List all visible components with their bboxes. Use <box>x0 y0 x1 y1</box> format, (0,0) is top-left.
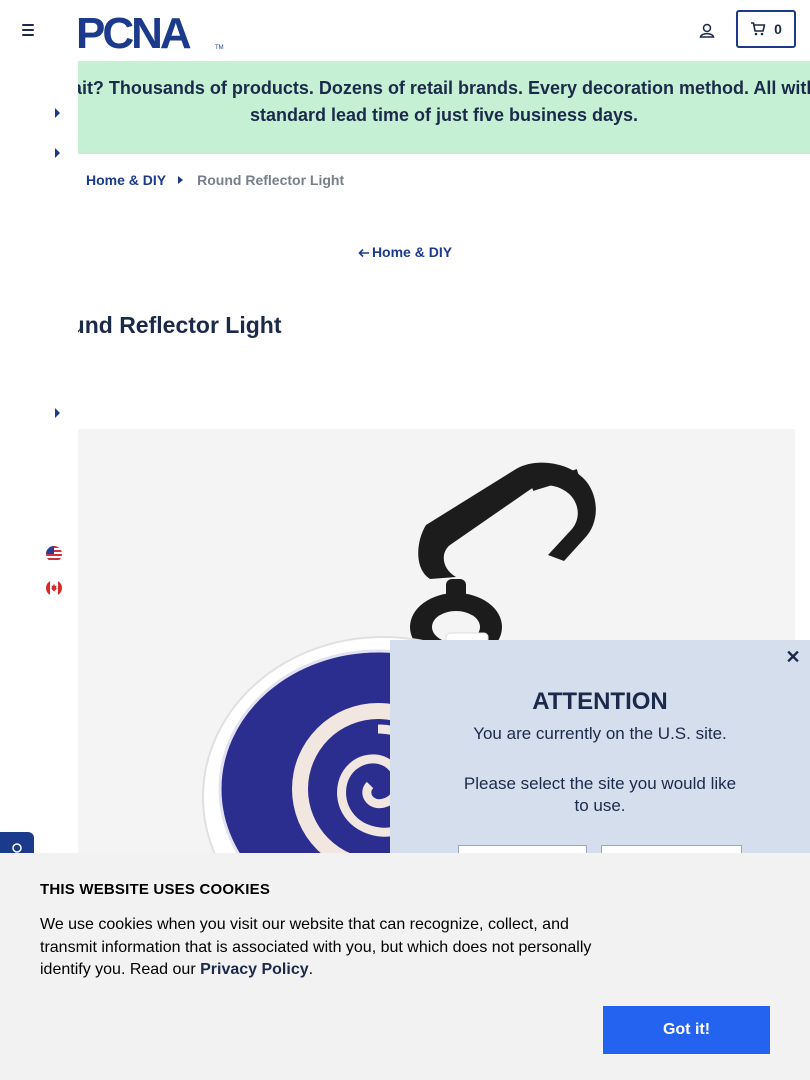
modal-prompt: Please select the site you would like to… <box>463 774 737 815</box>
cookie-banner-title: THIS WEBSITE USES COOKIES <box>40 881 271 898</box>
privacy-policy-link[interactable]: Privacy Policy <box>200 961 309 978</box>
modal-current-site: You are currently on the U.S. site. <box>473 724 727 743</box>
product-title: Round Reflector Light <box>78 312 282 338</box>
breadcrumb-separator-icon <box>178 176 184 184</box>
logo-tm: TM <box>215 45 224 51</box>
menu-icon[interactable] <box>19 20 37 40</box>
us-flag-icon[interactable] <box>46 546 62 562</box>
back-link-container: Home & DIY <box>0 244 810 260</box>
breadcrumb-current: Round Reflector Light <box>197 172 345 188</box>
logo-text: PCNA <box>76 11 191 51</box>
cart-icon <box>751 22 766 36</box>
modal-title: ATTENTION <box>532 688 668 715</box>
breadcrumb: Home & DIY Round Reflector Light <box>86 172 344 188</box>
cookie-banner: THIS WEBSITE USES COOKIES We use cookies… <box>0 853 810 1080</box>
cart-button[interactable]: 0 <box>736 10 796 48</box>
close-icon[interactable]: ✕ <box>784 648 802 666</box>
promo-banner: Wait? Thousands of products. Dozens of r… <box>78 61 810 154</box>
accept-cookies-button[interactable]: Got it! <box>603 1006 770 1054</box>
side-nav-arrow-icon[interactable] <box>55 108 60 118</box>
product-title-container: Round Reflector Light <box>78 312 778 346</box>
account-icon[interactable] <box>697 21 717 41</box>
back-link-label: Home & DIY <box>371 244 453 260</box>
arrow-left-icon <box>358 249 369 258</box>
back-link[interactable]: Home & DIY <box>358 244 452 260</box>
country-select-modal: ATTENTION You are currently on the U.S. … <box>390 640 810 870</box>
cookie-text-body: We use cookies when you visit our websit… <box>40 916 592 978</box>
side-nav-arrow-icon[interactable] <box>55 408 60 418</box>
cart-count: 0 <box>774 21 782 37</box>
cookie-banner-text: We use cookies when you visit our websit… <box>40 914 610 982</box>
side-nav-arrow-icon[interactable] <box>55 148 60 158</box>
pcna-logo[interactable]: PCNA TM <box>76 11 226 51</box>
site-header: PCNA TM 0 <box>0 0 810 60</box>
breadcrumb-link-category[interactable]: Home & DIY <box>86 172 166 188</box>
cookie-text-end: . <box>308 961 314 978</box>
ca-flag-icon[interactable] <box>46 580 62 596</box>
promo-banner-text: Wait? Thousands of products. Dozens of r… <box>78 78 810 125</box>
